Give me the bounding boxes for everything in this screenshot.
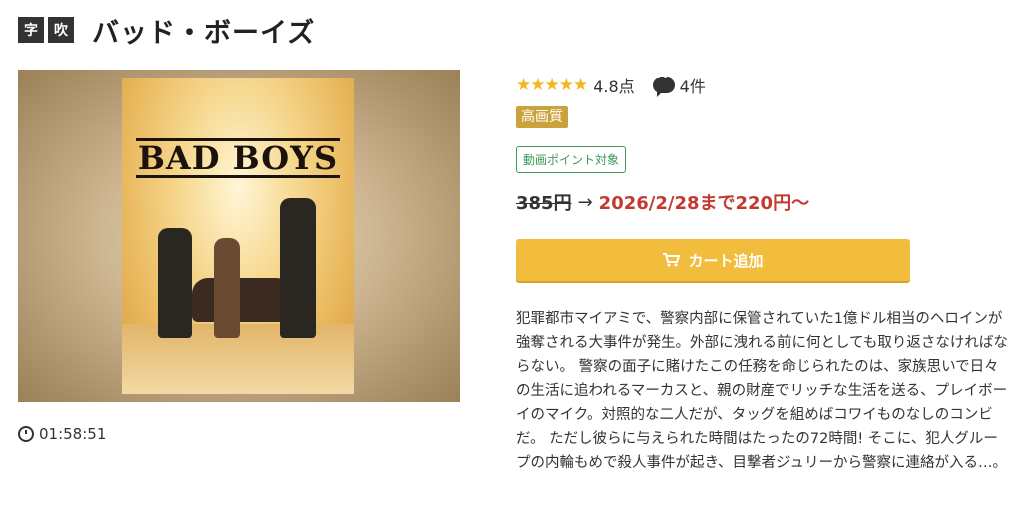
subtitle-tag: 字 bbox=[18, 17, 44, 43]
detail-panel: ★★★★★ 4.8点 4件 高画質 動画ポイント対象 385円 → 2026/2… bbox=[516, 72, 1011, 475]
clock-icon bbox=[18, 426, 34, 442]
duration-text: 01:58:51 bbox=[39, 425, 107, 443]
comment-icon bbox=[652, 72, 676, 97]
price-row: 385円 → 2026/2/28まで220円〜 bbox=[516, 189, 1011, 215]
page-title: バッド・ボーイズ bbox=[92, 17, 316, 49]
point-badge: 動画ポイント対象 bbox=[516, 146, 627, 173]
dub-tag: 吹 bbox=[48, 17, 74, 43]
poster-image[interactable]: BAD BOYS bbox=[18, 70, 460, 402]
rating-score: 4.8点 bbox=[593, 77, 635, 96]
review-count: 4件 bbox=[679, 77, 706, 96]
rating-row: ★★★★★ 4.8点 4件 bbox=[516, 72, 1011, 98]
poster-title: BAD BOYS bbox=[136, 138, 340, 178]
poster-figure-right bbox=[280, 198, 316, 338]
synopsis: 犯罪都市マイアミで、警察内部に保管されていた1億ドル相当のヘロインが強奪される大… bbox=[516, 311, 1008, 471]
star-rating-icon: ★★★★★ bbox=[516, 75, 588, 95]
poster-car bbox=[192, 278, 292, 322]
add-to-cart-label: カート追加 bbox=[688, 251, 764, 270]
poster-figure-center bbox=[214, 238, 240, 338]
sale-price: 2026/2/28まで220円〜 bbox=[598, 193, 810, 214]
add-to-cart-button[interactable]: カート追加 bbox=[516, 239, 910, 281]
quality-badge: 高画質 bbox=[516, 106, 568, 128]
original-price: 385円 bbox=[516, 193, 572, 214]
review-count-link[interactable]: 4件 bbox=[652, 72, 706, 97]
cart-icon bbox=[663, 253, 681, 267]
poster-figure-left bbox=[158, 228, 192, 338]
duration: 01:58:51 bbox=[18, 425, 106, 443]
poster-artwork: BAD BOYS bbox=[122, 78, 354, 394]
title-header: 字 吹 バッド・ボーイズ bbox=[18, 10, 315, 50]
price-arrow: → bbox=[577, 191, 593, 213]
